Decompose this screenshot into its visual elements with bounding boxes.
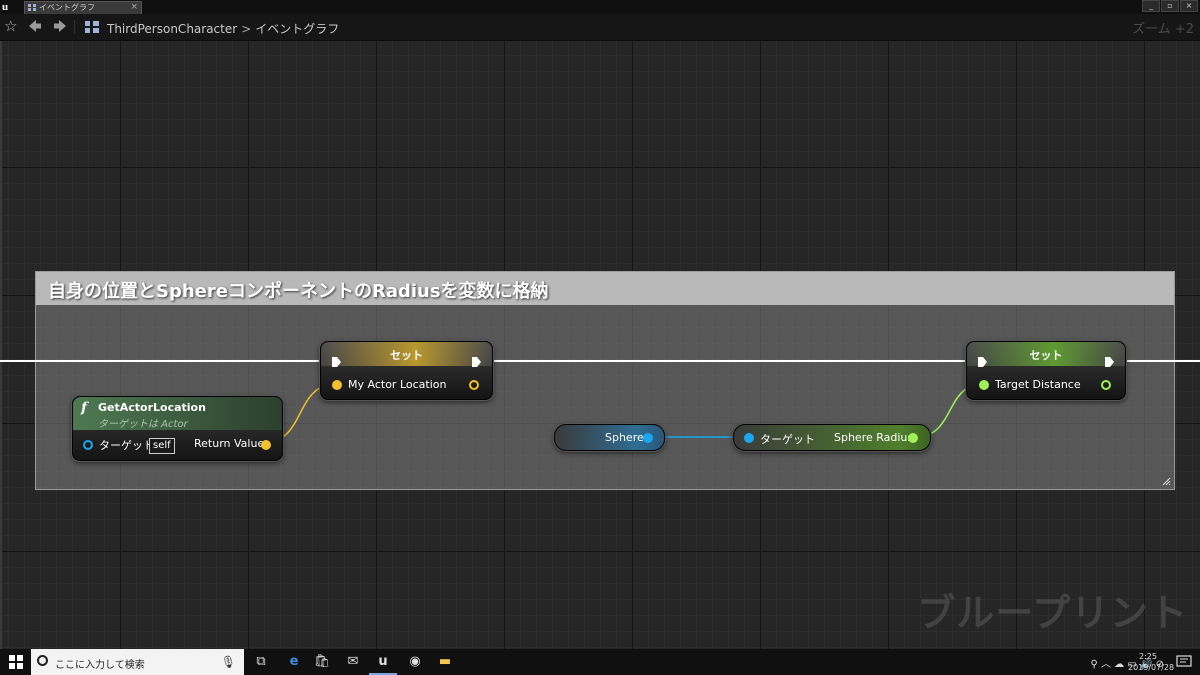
exec-in-pin-icon[interactable] <box>977 356 988 368</box>
sphere-radius-node[interactable]: ターゲット Sphere Radius <box>733 424 931 451</box>
maximize-button[interactable]: ▫ <box>1161 0 1179 12</box>
radius-target-label: ターゲット <box>760 433 815 446</box>
blueprint-graph-icon <box>85 21 99 33</box>
clock-time: 2:25 <box>1139 652 1157 661</box>
sphere-label: Sphere <box>605 431 644 444</box>
sphere-radius-output-pin[interactable] <box>908 433 918 443</box>
target-label: ターゲット <box>99 439 154 452</box>
notification-center-icon[interactable] <box>1176 655 1192 669</box>
function-icon: f <box>81 400 88 416</box>
unreal-engine-taskbar-icon[interactable]: u <box>369 649 397 675</box>
exec-out-pin-icon[interactable] <box>471 356 482 368</box>
window-title-bar: u イベントグラフ × _ ▫ × <box>0 0 1200 14</box>
taskbar-search-box[interactable]: ここに入力して検索 🎙 <box>31 649 244 675</box>
zoom-level: ズーム +2 <box>1132 22 1194 37</box>
system-clock[interactable]: 2:25 2019/07/28 <box>1128 651 1175 673</box>
sphere-output-pin[interactable] <box>643 433 653 443</box>
vector-input-pin[interactable] <box>332 380 342 390</box>
return-value-label: Return Value <box>194 437 265 450</box>
clock-date: 2019/07/28 <box>1128 663 1175 672</box>
target-distance-label: Target Distance <box>995 378 1081 391</box>
edge-browser-icon[interactable]: e <box>280 649 308 675</box>
set-target-distance-node[interactable]: セット Target Distance <box>966 341 1126 400</box>
unreal-logo-icon[interactable]: u <box>2 0 16 14</box>
exec-out-pin-icon[interactable] <box>1104 356 1115 368</box>
forward-arrow-icon[interactable] <box>52 18 68 34</box>
store-icon[interactable]: 🛍 <box>308 649 336 675</box>
set-my-actor-location-node[interactable]: セット My Actor Location <box>320 341 493 400</box>
float-output-pin[interactable] <box>1101 380 1111 390</box>
chrome-icon[interactable]: ◉ <box>401 649 429 675</box>
task-view-icon[interactable]: ⧉ <box>247 649 275 675</box>
back-arrow-icon[interactable] <box>27 18 43 34</box>
function-header: f GetActorLocation ターゲットは Actor <box>73 397 282 430</box>
blueprint-graph-canvas[interactable]: 自身の位置とSphereコンポーネントのRadiusを変数に格納 セット My … <box>0 41 1200 649</box>
function-target-note: ターゲットは Actor <box>98 419 188 430</box>
breadcrumb-root[interactable]: ThirdPersonCharacter <box>107 22 237 36</box>
target-input-pin[interactable] <box>83 440 93 450</box>
radius-target-pin[interactable] <box>744 433 754 443</box>
breadcrumb: ThirdPersonCharacter > イベントグラフ <box>107 20 339 37</box>
float-input-pin[interactable] <box>979 380 989 390</box>
windows-taskbar: ここに入力して検索 🎙 ⧉ e 🛍 ✉ u ◉ ▬ ⚲ ︿ ☁ ▭ 🔊 ⊘ 2:… <box>0 649 1200 675</box>
function-name: GetActorLocation <box>98 401 206 414</box>
breadcrumb-current[interactable]: イベントグラフ <box>255 22 339 36</box>
toolbar-divider <box>74 20 75 34</box>
search-placeholder: ここに入力して検索 <box>55 660 145 671</box>
window-controls: _ ▫ × <box>1142 0 1198 12</box>
event-graph-icon <box>28 4 36 11</box>
microphone-icon[interactable]: 🎙 <box>221 655 236 669</box>
cortana-circle-icon <box>37 655 48 666</box>
minimize-button[interactable]: _ <box>1142 0 1160 12</box>
breadcrumb-separator: > <box>241 22 252 36</box>
exec-in-pin-icon[interactable] <box>331 356 342 368</box>
mail-icon[interactable]: ✉ <box>339 649 367 675</box>
tab-label: イベントグラフ <box>39 3 95 12</box>
get-actor-location-node[interactable]: f GetActorLocation ターゲットは Actor ターゲット se… <box>72 396 283 461</box>
tab-event-graph[interactable]: イベントグラフ × <box>24 1 142 14</box>
self-default-value[interactable]: self <box>149 438 175 454</box>
sphere-radius-label: Sphere Radius <box>834 431 914 444</box>
windows-start-icon[interactable] <box>9 655 23 669</box>
node-title: セット <box>1029 349 1063 362</box>
return-value-pin[interactable] <box>261 440 271 450</box>
close-button[interactable]: × <box>1180 0 1198 12</box>
vector-output-pin[interactable] <box>469 380 479 390</box>
blueprint-watermark: ブループリント <box>917 591 1188 635</box>
my-actor-location-label: My Actor Location <box>348 378 447 391</box>
graph-toolbar: ☆ ThirdPersonCharacter > イベントグラフ ズーム +2 <box>0 14 1200 41</box>
sphere-variable-node[interactable]: Sphere <box>554 424 665 451</box>
tab-close-icon[interactable]: × <box>130 2 138 13</box>
file-explorer-icon[interactable]: ▬ <box>431 649 459 675</box>
node-title: セット <box>390 349 423 362</box>
star-icon[interactable]: ☆ <box>4 18 20 34</box>
